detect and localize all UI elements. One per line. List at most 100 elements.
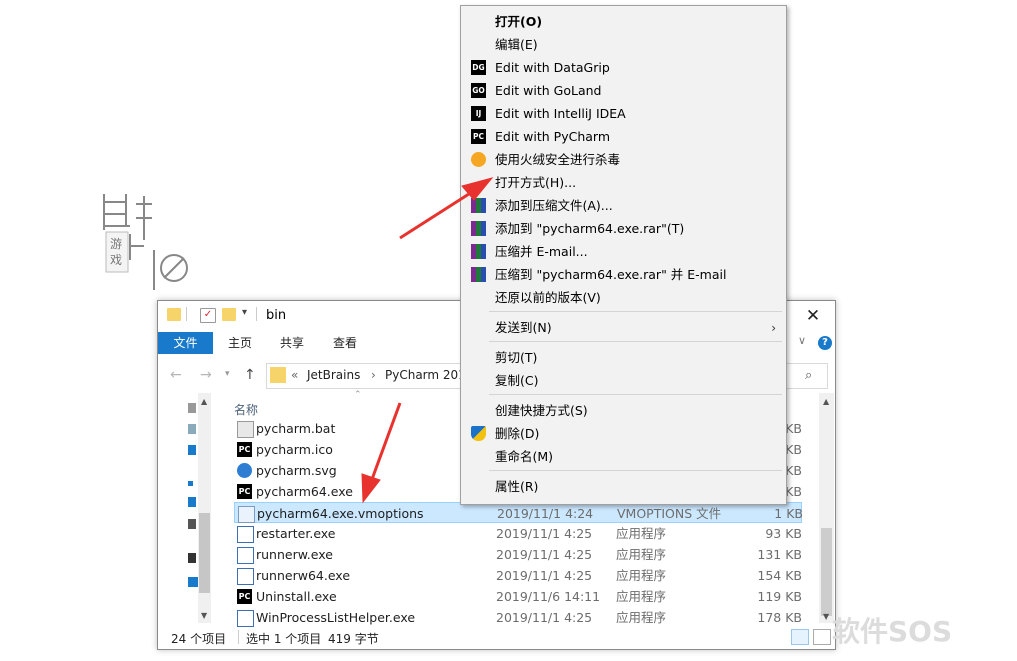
menu-item-label: 还原以前的版本(V)	[495, 290, 601, 305]
breadcrumb-separator: ›	[371, 368, 376, 382]
nav-scroll-thumb[interactable]	[199, 513, 210, 593]
file-date: 2019/11/1 4:24	[497, 506, 594, 521]
item-count: 24 个项目	[171, 632, 227, 646]
menu-open[interactable]: 打开(O)	[461, 11, 786, 33]
file-name: runnerw.exe	[256, 547, 333, 562]
file-size: 1 KB	[774, 506, 803, 521]
quick-access-icon[interactable]	[188, 403, 196, 413]
menu-open-with[interactable]: 打开方式(H)...	[461, 172, 786, 194]
menu-item-label: 编辑(E)	[495, 37, 538, 52]
file-list-scroll-thumb[interactable]	[821, 528, 832, 616]
menu-add-to-rar[interactable]: 添加到 "pycharm64.exe.rar"(T)	[461, 218, 786, 240]
scroll-up-icon[interactable]: ▲	[201, 397, 207, 406]
close-button[interactable]: ✕	[798, 304, 828, 328]
scroll-down-icon[interactable]: ▼	[823, 612, 829, 621]
menu-item-label: 创建快捷方式(S)	[495, 403, 588, 418]
tab-home[interactable]: 主页	[228, 332, 252, 354]
file-size: 178 KB	[757, 610, 802, 625]
file-name: restarter.exe	[256, 526, 336, 541]
menu-add-to-archive[interactable]: 添加到压缩文件(A)...	[461, 195, 786, 217]
menu-rename[interactable]: 重命名(M)	[461, 446, 786, 468]
menu-edit-pycharm[interactable]: PC Edit with PyCharm	[461, 126, 786, 148]
new-folder-icon[interactable]	[222, 308, 236, 321]
menu-compress-rar-email[interactable]: 压缩到 "pycharm64.exe.rar" 并 E-mail	[461, 264, 786, 286]
forward-arrow-icon[interactable]: →	[200, 367, 212, 383]
menu-edit[interactable]: 编辑(E)	[461, 34, 786, 56]
up-arrow-icon[interactable]: ↑	[244, 367, 256, 383]
menu-edit-goland[interactable]: GO Edit with GoLand	[461, 80, 786, 102]
tab-view[interactable]: 查看	[333, 332, 357, 354]
downloads-icon[interactable]	[188, 445, 196, 455]
brand-watermark: 软件SOS	[832, 615, 953, 648]
file-size: 119 KB	[757, 589, 802, 604]
table-row[interactable]: runnerw64.exe 2019/11/1 4:25 应用程序 154 KB	[234, 565, 802, 586]
watermark-logo: 游戏	[100, 190, 195, 300]
file-name: WinProcessListHelper.exe	[256, 610, 416, 625]
menu-restore-versions[interactable]: 还原以前的版本(V)	[461, 287, 786, 309]
details-view-icon[interactable]	[791, 629, 809, 645]
pycharm-icon: PC	[237, 442, 252, 457]
quick-access-dropdown-icon[interactable]: ▾	[242, 307, 247, 318]
menu-item-label: Edit with PyCharm	[495, 129, 611, 144]
file-name: pycharm64.exe.vmoptions	[257, 506, 424, 521]
recent-dropdown-icon[interactable]: ▾	[225, 369, 230, 379]
menu-huorong-scan[interactable]: 使用火绒安全进行杀毒	[461, 149, 786, 171]
this-pc-icon[interactable]	[188, 519, 196, 529]
menu-edit-datagrip[interactable]: DG Edit with DataGrip	[461, 57, 786, 79]
documents-icon[interactable]	[188, 424, 196, 434]
file-type: 应用程序	[616, 610, 667, 625]
menu-edit-intellij[interactable]: IJ Edit with IntelliJ IDEA	[461, 103, 786, 125]
help-icon[interactable]: ?	[818, 336, 832, 350]
file-date: 2019/11/1 4:25	[496, 547, 593, 562]
menu-separator	[489, 394, 782, 395]
breadcrumb-overflow[interactable]: «	[291, 368, 298, 382]
huorong-fire-icon	[471, 152, 486, 167]
menu-create-shortcut[interactable]: 创建快捷方式(S)	[461, 400, 786, 422]
scroll-up-icon[interactable]: ▲	[823, 397, 829, 406]
exe-icon	[237, 610, 254, 627]
chevron-down-icon[interactable]: ∨	[798, 334, 806, 347]
menu-properties[interactable]: 属性(R)	[461, 476, 786, 498]
uac-shield-icon	[471, 426, 486, 441]
menu-compress-email[interactable]: 压缩并 E-mail...	[461, 241, 786, 263]
table-row[interactable]: PC Uninstall.exe 2019/11/6 14:11 应用程序 119 KB	[234, 586, 802, 607]
winrar-icon	[471, 244, 486, 259]
table-row[interactable]: WinProcessListHelper.exe 2019/11/1 4:25 应用…	[234, 607, 802, 628]
file-size: 131 KB	[757, 547, 802, 562]
menu-item-label: 打开方式(H)...	[495, 175, 577, 190]
exe-icon	[237, 526, 254, 543]
desktop-icon[interactable]	[188, 497, 196, 507]
file-type: 应用程序	[616, 568, 667, 583]
file-size: 93 KB	[765, 526, 802, 541]
table-row[interactable]: restarter.exe 2019/11/1 4:25 应用程序 93 KB	[234, 523, 802, 544]
music-icon[interactable]	[188, 481, 193, 486]
intellij-icon: IJ	[471, 106, 486, 121]
menu-separator	[489, 311, 782, 312]
table-row[interactable]: runnerw.exe 2019/11/1 4:25 应用程序 131 KB	[234, 544, 802, 565]
back-arrow-icon[interactable]: ←	[170, 367, 182, 383]
scroll-down-icon[interactable]: ▼	[201, 611, 207, 620]
column-header-name[interactable]: 名称	[234, 401, 258, 418]
menu-cut[interactable]: 剪切(T)	[461, 347, 786, 369]
properties-icon[interactable]: ✓	[200, 308, 216, 323]
menu-item-label: 属性(R)	[495, 479, 539, 494]
menu-send-to[interactable]: 发送到(N) ›	[461, 317, 786, 339]
tab-share[interactable]: 共享	[280, 332, 304, 354]
menu-copy[interactable]: 复制(C)	[461, 370, 786, 392]
drive-icon[interactable]	[188, 553, 196, 563]
goland-icon: GO	[471, 83, 486, 98]
breadcrumb-item[interactable]: JetBrains	[307, 368, 360, 382]
search-icon[interactable]: ⌕	[805, 368, 812, 383]
file-size: 154 KB	[757, 568, 802, 583]
menu-delete[interactable]: 删除(D)	[461, 423, 786, 445]
large-icons-view-icon[interactable]	[813, 629, 831, 645]
tab-file[interactable]: 文件	[158, 332, 213, 354]
folder-icon	[270, 367, 286, 383]
menu-item-label: 压缩并 E-mail...	[495, 244, 588, 259]
breadcrumb-item[interactable]: PyCharm 201	[385, 368, 466, 382]
menu-item-label: 发送到(N)	[495, 320, 552, 335]
menu-item-label: Edit with IntelliJ IDEA	[495, 106, 626, 121]
table-row[interactable]: pycharm64.exe.vmoptions 2019/11/1 4:24 VMO…	[234, 502, 803, 523]
menu-item-label: Edit with GoLand	[495, 83, 602, 98]
logo-text: 游戏	[110, 237, 123, 267]
